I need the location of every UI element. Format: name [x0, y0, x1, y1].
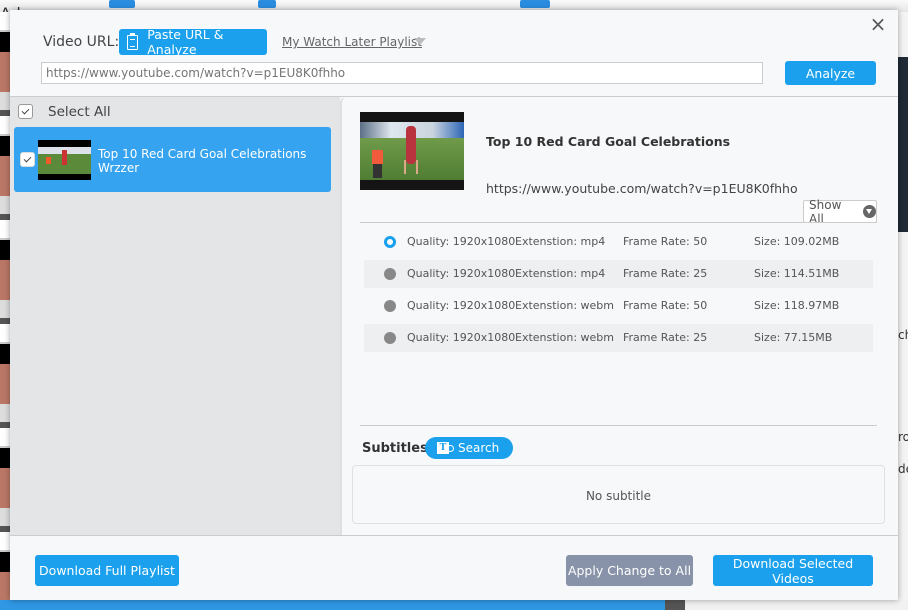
select-all-checkbox[interactable]	[18, 104, 33, 119]
close-icon[interactable]: ×	[868, 14, 888, 34]
playlist-item-checkbox[interactable]	[20, 152, 35, 167]
video-url: https://www.youtube.com/watch?v=p1EU8K0f…	[486, 181, 798, 196]
format-frame-rate: Frame Rate: 25	[623, 267, 708, 280]
video-title: Top 10 Red Card Goal Celebrations	[486, 134, 731, 149]
radio-unselected-icon[interactable]	[384, 332, 396, 344]
playlist-item-channel: Wrzzer	[98, 161, 140, 175]
radio-unselected-icon[interactable]	[384, 268, 396, 280]
format-frame-rate: Frame Rate: 50	[623, 299, 708, 312]
radio-selected-icon[interactable]	[384, 236, 396, 248]
video-thumbnail-large	[360, 112, 464, 190]
format-size: Size: 118.97MB	[754, 299, 840, 312]
format-frame-rate: Frame Rate: 50	[623, 235, 708, 248]
divider	[360, 222, 877, 223]
checkmark-icon	[23, 154, 32, 162]
clipboard-icon	[127, 32, 139, 50]
video-thumbnail	[38, 140, 91, 180]
format-extension: Extenstion: webm	[515, 331, 614, 344]
thumbnail-red-card	[46, 157, 51, 164]
subtitle-search-label: Search	[458, 441, 500, 455]
subtitle-search-icon: T	[437, 442, 454, 454]
checkmark-icon	[21, 106, 30, 114]
analyze-button[interactable]: Analyze	[785, 61, 876, 85]
format-size: Size: 114.51MB	[754, 267, 840, 280]
video-url-label: Video URL:	[43, 34, 120, 50]
background-label: ro	[898, 430, 908, 444]
format-extension: Extenstion: mp4	[515, 267, 606, 280]
format-size: Size: 109.02MB	[754, 235, 840, 248]
thumbnail-red-card	[372, 150, 383, 164]
select-all-label: Select All	[48, 104, 111, 120]
format-quality: Quality: 1920x1080	[407, 267, 516, 280]
thumbnail-player-legs	[404, 160, 418, 174]
apply-change-to-all-button[interactable]: Apply Change to All	[566, 555, 693, 586]
format-size: Size: 77.15MB	[754, 331, 833, 344]
download-dialog: × Video URL: Paste URL & Analyze My Watc…	[10, 10, 898, 600]
radio-unselected-icon[interactable]	[384, 300, 396, 312]
format-quality: Quality: 1920x1080	[407, 299, 516, 312]
playlist-item-title-line: Top 10 Red Card Goal Celebrations	[98, 147, 307, 161]
thumbnail-player	[62, 150, 67, 165]
format-extension: Extenstion: mp4	[515, 235, 606, 248]
background-label: de	[898, 462, 908, 476]
background-check-icon	[258, 0, 276, 8]
chevron-down-icon	[863, 205, 876, 218]
subtitle-search-button[interactable]: T Search	[425, 437, 513, 459]
background-side-panel: ch ro de	[898, 12, 908, 610]
thumbnail-hand	[373, 164, 382, 178]
subtitle-list: No subtitle	[352, 465, 885, 524]
background-taskbar	[0, 600, 908, 610]
playlist-item[interactable]: Top 10 Red Card Goal Celebrations Wrzzer	[14, 127, 331, 192]
thumbnail-player	[406, 126, 416, 164]
format-frame-rate: Frame Rate: 25	[623, 331, 708, 344]
format-row[interactable]: Quality: 1920x1080 Extenstion: mp4 Frame R…	[364, 260, 873, 288]
watch-later-playlist-link[interactable]: My Watch Later Playlist	[282, 35, 422, 49]
no-subtitle-text: No subtitle	[585, 489, 652, 503]
video-url-input[interactable]	[41, 62, 763, 84]
download-full-playlist-button[interactable]: Download Full Playlist	[35, 555, 179, 586]
paste-url-analyze-label: Paste URL & Analyze	[147, 27, 224, 57]
background-preview	[898, 57, 908, 232]
divider	[10, 535, 898, 536]
divider	[360, 425, 877, 426]
background-toolbox-icon	[109, 0, 135, 8]
background-label: ch	[898, 328, 908, 342]
background-scrollbar	[665, 600, 685, 610]
format-row[interactable]: Quality: 1920x1080 Extenstion: mp4 Frame R…	[364, 228, 873, 256]
playlist-panel: Top 10 Red Card Goal Celebrations Wrzzer	[10, 97, 340, 535]
format-extension: Extenstion: webm	[515, 299, 614, 312]
format-quality: Quality: 1920x1080	[407, 235, 516, 248]
format-row[interactable]: Quality: 1920x1080 Extenstion: webm Frame …	[364, 292, 873, 320]
caret-down-icon[interactable]	[414, 38, 426, 45]
background-video-list	[0, 12, 10, 610]
playlist-item-title: Top 10 Red Card Goal Celebrations Wrzzer	[98, 147, 306, 175]
background-gear-icon	[520, 0, 550, 8]
format-row[interactable]: Quality: 1920x1080 Extenstion: webm Frame …	[364, 324, 873, 352]
download-selected-videos-button[interactable]: Download Selected Videos	[713, 555, 873, 586]
paste-url-analyze-button[interactable]: Paste URL & Analyze	[119, 27, 267, 57]
format-quality: Quality: 1920x1080	[407, 331, 516, 344]
background-panel-strip	[685, 600, 908, 610]
subtitles-label: Subtitles	[362, 441, 428, 456]
show-all-button[interactable]: Show All	[803, 198, 877, 226]
